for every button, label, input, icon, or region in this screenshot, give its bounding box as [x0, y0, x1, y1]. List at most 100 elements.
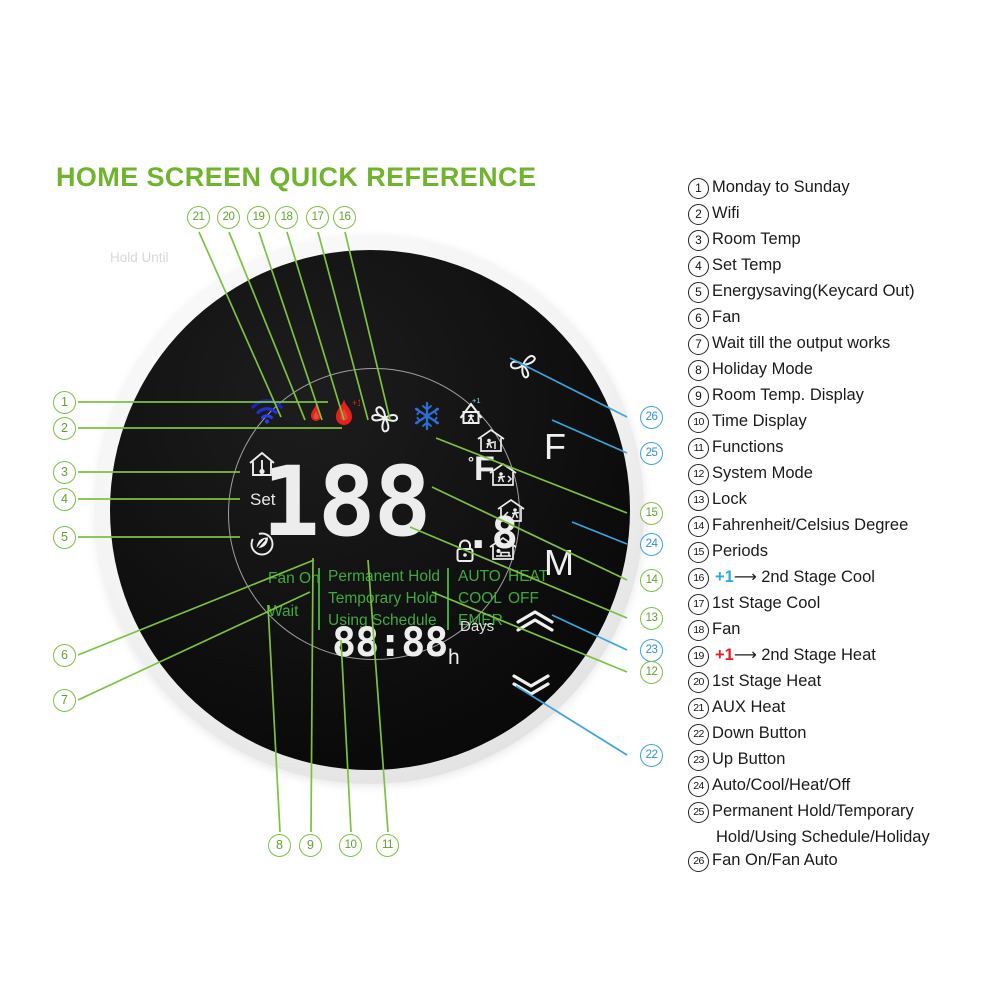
callout-26[interactable]: 26	[640, 406, 663, 429]
callout-12[interactable]: 12	[640, 661, 663, 684]
callout-25[interactable]: 25	[640, 442, 663, 465]
temperature-display: 188	[262, 446, 431, 558]
legend-item-13: 13 Lock	[688, 488, 988, 512]
callout-19[interactable]: 19	[247, 206, 270, 229]
legend-text-5: Energysaving(Keycard Out)	[712, 282, 915, 300]
callout-15[interactable]: 15	[640, 502, 663, 525]
callout-3[interactable]: 3	[53, 461, 76, 484]
legend-item-11: 11 Functions	[688, 436, 988, 460]
legend-item-7: 7 Wait till the output works	[688, 332, 988, 356]
legend-number-21: 21	[688, 698, 709, 719]
legend-number-16: 16	[688, 568, 709, 589]
legend-label-16: 2nd Stage Cool	[761, 568, 875, 586]
period-wake-icon	[476, 428, 506, 459]
legend-number-25: 25	[688, 802, 709, 823]
callout-20[interactable]: 20	[217, 206, 240, 229]
legend-text-19: +1⟶ 2nd Stage Heat	[709, 644, 876, 667]
callout-8[interactable]: 8	[268, 834, 291, 857]
time-unit-label: h	[448, 646, 460, 669]
legend-text-20: 1st Stage Heat	[712, 672, 822, 690]
legend-number-7: 7	[688, 334, 709, 355]
mode-cool: COOL	[458, 590, 502, 607]
legend-number-5: 5	[688, 282, 709, 303]
time-display: 88:88	[332, 620, 448, 666]
mode-button[interactable]: M	[544, 542, 574, 584]
legend-item-24: 24 Auto/Cool/Heat/Off	[688, 774, 988, 798]
legend-number-13: 13	[688, 490, 709, 511]
legend-text-10: Time Display	[712, 412, 807, 430]
callout-14[interactable]: 14	[640, 569, 663, 592]
mode-off: OFF	[508, 590, 539, 607]
fan-auto-button[interactable]	[506, 350, 540, 385]
legend-text-7: Wait till the output works	[712, 334, 891, 352]
legend-text-14: Fahrenheit/Celsius Degree	[712, 516, 909, 534]
down-button[interactable]	[510, 672, 552, 703]
callout-21[interactable]: 21	[187, 206, 210, 229]
legend-number-9: 9	[688, 386, 709, 407]
legend-number-10: 10	[688, 412, 709, 433]
legend-text-4: Set Temp	[712, 256, 782, 274]
legend-text-17: 1st Stage Cool	[712, 594, 821, 612]
callout-16[interactable]: 16	[333, 206, 356, 229]
callout-18[interactable]: 18	[275, 206, 298, 229]
legend-number-26: 26	[688, 851, 709, 872]
legend-item-21: 21 AUX Heat	[688, 696, 988, 720]
legend-number-4: 4	[688, 256, 709, 277]
legend-item-18: 18 Fan	[688, 618, 988, 642]
legend-number-19: 19	[688, 646, 709, 667]
legend-prefix-19: +1	[715, 646, 734, 664]
legend-item-15: 15 Periods	[688, 540, 988, 564]
up-button[interactable]	[514, 608, 556, 639]
mode-permanent-hold: Permanent Hold	[328, 568, 441, 585]
snowflake-icon	[412, 400, 442, 437]
divider-left	[318, 568, 320, 630]
legend-text-16: +1⟶ 2nd Stage Cool	[709, 566, 875, 589]
legend-text-26: Fan On/Fan Auto	[712, 851, 838, 869]
legend-number-22: 22	[688, 724, 709, 745]
page-title: HOME SCREEN QUICK REFERENCE	[56, 162, 537, 192]
legend-arrow-16: ⟶	[733, 569, 762, 586]
legend-number-1: 1	[688, 178, 709, 199]
callout-11[interactable]: 11	[376, 834, 399, 857]
callout-9[interactable]: 9	[299, 834, 322, 857]
legend-label-19: 2nd Stage Heat	[761, 646, 876, 664]
callout-22[interactable]: 22	[640, 744, 663, 767]
legend-item-8: 8 Holiday Mode	[688, 358, 988, 382]
legend-item-1: 1 Monday to Sunday	[688, 176, 988, 200]
legend-text-1: Monday to Sunday	[712, 178, 850, 196]
legend-number-24: 24	[688, 776, 709, 797]
status-fan-on: Fan On	[268, 570, 320, 587]
callout-5[interactable]: 5	[53, 526, 76, 549]
legend-text-2: Wifi	[712, 204, 740, 222]
callout-17[interactable]: 17	[306, 206, 329, 229]
legend-text-22: Down Button	[712, 724, 807, 742]
period-return-icon	[496, 498, 526, 529]
legend-arrow-19: ⟶	[733, 647, 762, 664]
callout-1[interactable]: 1	[53, 391, 76, 414]
callout-7[interactable]: 7	[53, 689, 76, 712]
legend-text-24: Auto/Cool/Heat/Off	[712, 776, 851, 794]
legend-item-2: 2 Wifi	[688, 202, 988, 226]
legend-item-25: 25 Permanent Hold/Temporary	[688, 800, 988, 824]
hold-until-label: Hold Until	[110, 250, 169, 265]
fan-blade-icon	[368, 402, 402, 441]
callout-24[interactable]: 24	[640, 533, 663, 556]
svg-text:+1: +1	[352, 398, 360, 408]
callout-6[interactable]: 6	[53, 644, 76, 667]
legend-item-22: 22 Down Button	[688, 722, 988, 746]
legend-text-23: Up Button	[712, 750, 786, 768]
legend-number-6: 6	[688, 308, 709, 329]
legend-item-4: 4 Set Temp	[688, 254, 988, 278]
legend-item-14: 14 Fahrenheit/Celsius Degree	[688, 514, 988, 538]
fahrenheit-button[interactable]: F	[544, 426, 566, 468]
callout-13[interactable]: 13	[640, 607, 663, 630]
legend-text-21: AUX Heat	[712, 698, 786, 716]
legend-item-16: 16 +1⟶ 2nd Stage Cool	[688, 566, 988, 590]
callout-4[interactable]: 4	[53, 488, 76, 511]
callout-10[interactable]: 10	[339, 834, 362, 857]
callout-2[interactable]: 2	[53, 417, 76, 440]
legend-item-19: 19 +1⟶ 2nd Stage Heat	[688, 644, 988, 668]
callout-23[interactable]: 23	[640, 639, 663, 662]
device-face: +1 +1 Set 188 °F .8 Fan On Wait Hold Unt…	[110, 250, 630, 770]
legend-text-12: System Mode	[712, 464, 813, 482]
